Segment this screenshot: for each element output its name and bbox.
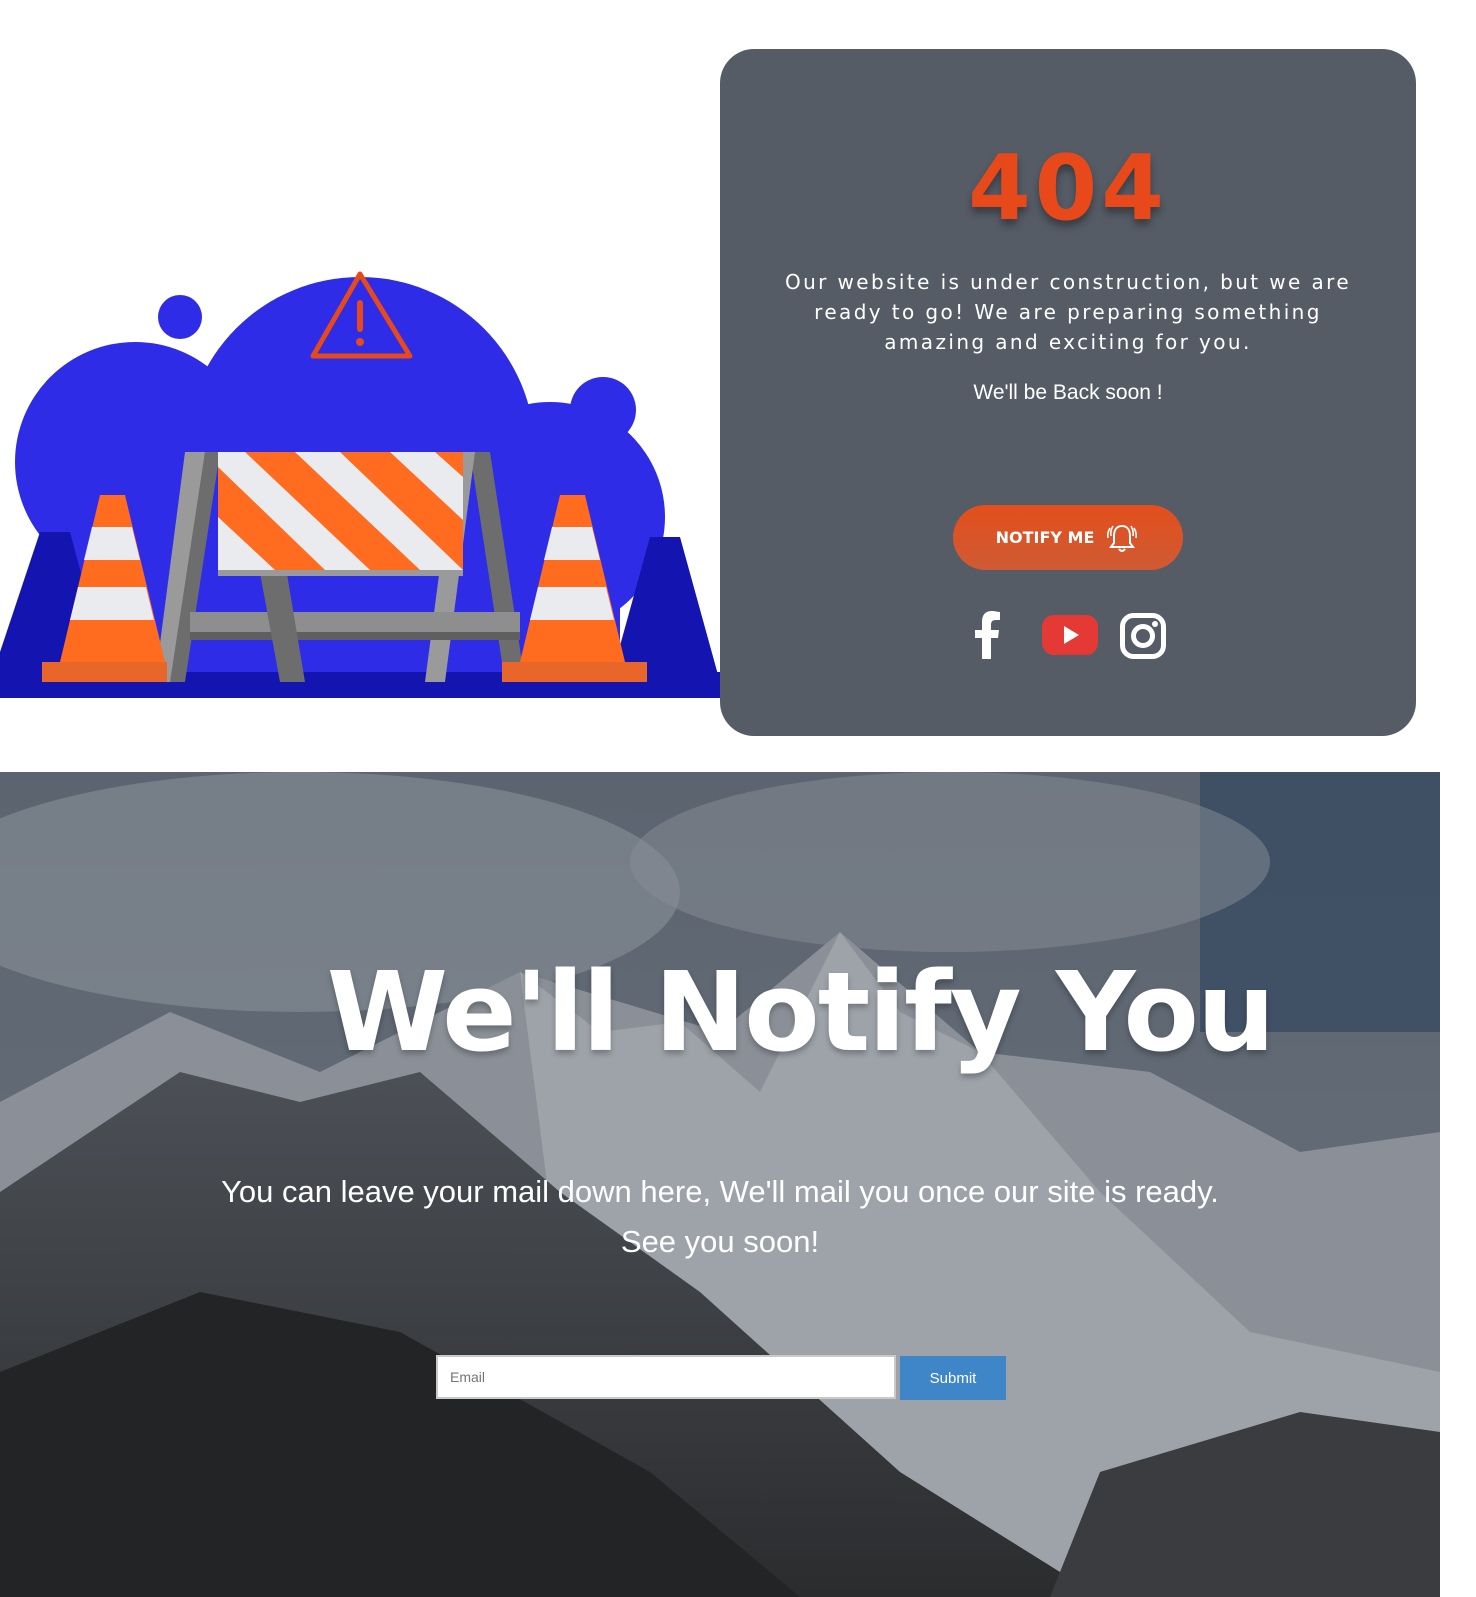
construction-illustration bbox=[0, 271, 720, 698]
notify-me-button[interactable]: NOTIFY ME bbox=[953, 505, 1183, 570]
error-card: 404 Our website is under construction, b… bbox=[720, 49, 1416, 736]
construction-message: Our website is under construction, but w… bbox=[784, 270, 1352, 354]
instagram-icon[interactable] bbox=[1120, 613, 1166, 659]
notify-me-label: NOTIFY ME bbox=[995, 528, 1095, 547]
youtube-icon[interactable] bbox=[1042, 615, 1098, 655]
back-soon-text: We'll be Back soon ! bbox=[973, 381, 1163, 404]
notify-headline: We'll Notify You bbox=[326, 948, 1276, 1076]
notify-subtext: You can leave your mail down here, We'll… bbox=[221, 1174, 1219, 1259]
submit-button[interactable]: Submit bbox=[900, 1356, 1006, 1400]
notify-section: We'll Notify You You can leave your mail… bbox=[0, 772, 1440, 1597]
facebook-icon[interactable] bbox=[972, 611, 1002, 659]
error-code: 404 bbox=[968, 136, 1168, 241]
bell-icon bbox=[1107, 524, 1138, 552]
email-input[interactable] bbox=[436, 1355, 896, 1399]
